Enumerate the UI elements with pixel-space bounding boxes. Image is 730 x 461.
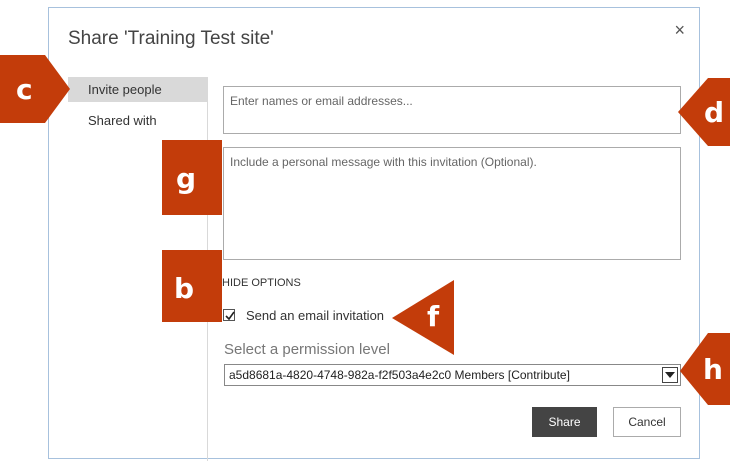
callout-c: c: [0, 55, 72, 132]
hide-options-link[interactable]: HIDE OPTIONS: [222, 277, 301, 289]
checkmark-icon: [225, 311, 235, 321]
callout-d: d: [678, 78, 730, 155]
callout-d-letter: d: [704, 96, 725, 129]
callout-g-letter: g: [176, 162, 197, 195]
names-input-placeholder: Enter names or email addresses...: [230, 94, 413, 108]
callout-b: b: [162, 250, 222, 327]
send-email-checkbox[interactable]: [223, 309, 235, 321]
callout-g: g: [162, 140, 222, 220]
chevron-down-icon[interactable]: [662, 367, 678, 383]
share-button[interactable]: Share: [532, 407, 597, 437]
callout-f-letter: f: [427, 300, 440, 333]
permission-select-value: a5d8681a-4820-4748-982a-f2f503a4e2c0 Mem…: [229, 368, 570, 382]
callout-f: f: [392, 280, 455, 360]
send-email-label: Send an email invitation: [246, 308, 385, 323]
callout-c-letter: c: [16, 73, 33, 106]
callout-h: h: [680, 333, 730, 410]
sidebar-item-label: Shared with: [88, 113, 157, 128]
permission-level-label: Select a permission level: [224, 341, 390, 358]
cancel-button[interactable]: Cancel: [613, 407, 681, 437]
message-textarea[interactable]: Include a personal message with this inv…: [223, 147, 681, 260]
permission-select[interactable]: a5d8681a-4820-4748-982a-f2f503a4e2c0 Mem…: [224, 364, 681, 386]
sidebar-item-invite-people[interactable]: Invite people: [68, 77, 208, 102]
close-icon[interactable]: ×: [674, 20, 685, 41]
message-textarea-placeholder: Include a personal message with this inv…: [230, 155, 537, 169]
names-input[interactable]: Enter names or email addresses...: [223, 86, 681, 134]
sidebar-item-shared-with[interactable]: Shared with: [68, 108, 208, 133]
callout-b-letter: b: [174, 272, 195, 305]
sidebar-item-label: Invite people: [88, 82, 162, 97]
dialog-title: Share 'Training Test site': [68, 28, 274, 49]
callout-h-letter: h: [703, 353, 723, 386]
